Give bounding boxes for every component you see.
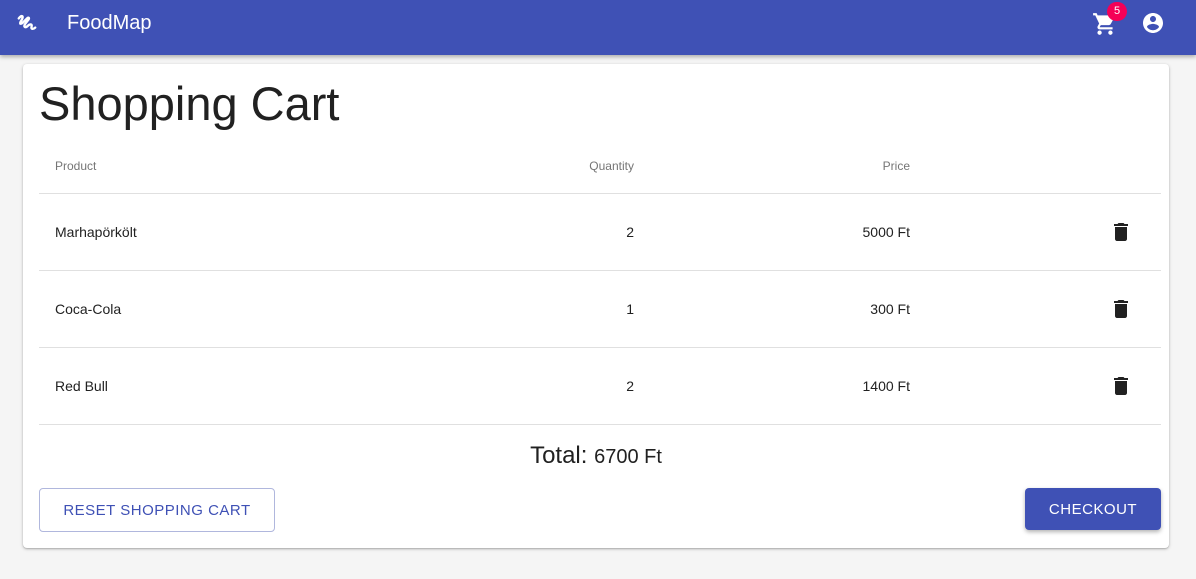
product-price: 300 Ft [870,301,910,317]
delete-icon[interactable] [1109,220,1133,244]
product-quantity: 2 [626,378,634,394]
app-title[interactable]: FoodMap [67,11,152,35]
shopping-cart-card: Shopping Cart Product Quantity Price Mar… [23,64,1169,548]
product-name: Coca-Cola [55,301,122,317]
logo-icon[interactable] [16,12,38,34]
header-price: Price [882,159,910,173]
table-row: Marhapörkölt 2 5000 Ft [39,194,1161,271]
header-quantity: Quantity [589,159,634,173]
cart-table: Product Quantity Price Marhapörkölt 2 50… [39,138,1161,425]
app-bar: FoodMap 5 [0,0,1196,55]
product-quantity: 1 [626,301,634,317]
product-name: Red Bull [55,378,108,394]
delete-icon[interactable] [1109,374,1133,398]
table-header: Product Quantity Price [39,138,1161,194]
page-title: Shopping Cart [39,77,340,130]
total-amount: 6700 Ft [594,446,662,468]
product-price: 5000 Ft [862,224,910,240]
checkout-button[interactable]: Checkout [1025,488,1161,530]
header-product: Product [55,159,97,173]
total-label: Total: [530,442,588,469]
product-price: 1400 Ft [862,378,910,394]
product-quantity: 2 [626,224,634,240]
cart-total: Total: 6700 Ft [23,440,1169,473]
table-row: Red Bull 2 1400 Ft [39,348,1161,425]
account-circle-icon[interactable] [1141,11,1165,35]
product-name: Marhapörkölt [55,224,137,240]
cart-count-badge: 5 [1107,2,1127,21]
table-row: Coca-Cola 1 300 Ft [39,271,1161,348]
reset-cart-button[interactable]: Reset Shopping Cart [39,488,275,532]
delete-icon[interactable] [1109,297,1133,321]
